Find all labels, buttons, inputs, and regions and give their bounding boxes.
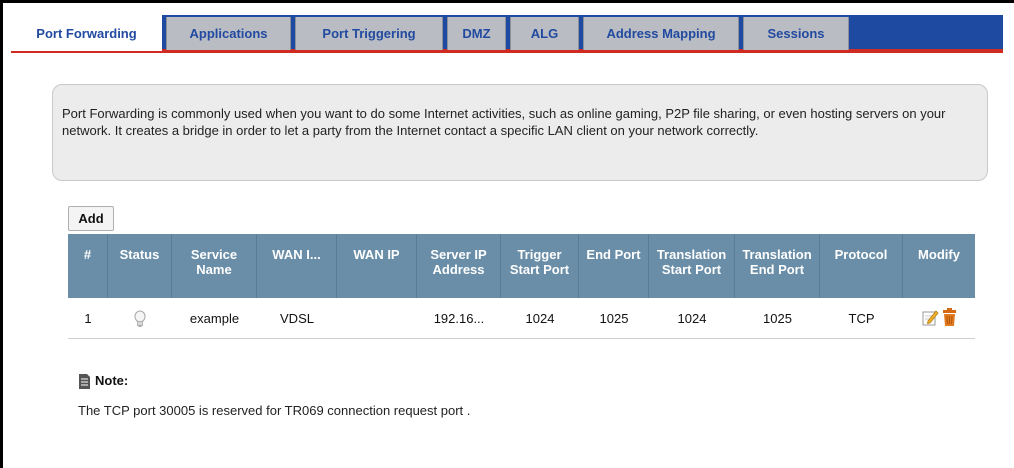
note-icon bbox=[78, 374, 91, 389]
edit-icon[interactable] bbox=[922, 309, 939, 329]
cell-service-name: example bbox=[189, 311, 240, 326]
column-header-translation-start-port: Translation Start Port bbox=[649, 234, 735, 298]
app-window: Port Forwarding Applications Port Trigge… bbox=[0, 0, 1014, 468]
column-header-server-ip: Server IP Address bbox=[417, 234, 501, 298]
tab-applications[interactable]: Applications bbox=[166, 17, 291, 50]
lightbulb-icon bbox=[133, 309, 147, 329]
table-row: 1 example VDSL 192.16... 1024 1025 1024 … bbox=[68, 298, 975, 339]
column-header-index: # bbox=[68, 234, 108, 298]
table-header: # Status Service Name WAN I... WAN IP Se… bbox=[68, 234, 975, 298]
cell-end-port: 1025 bbox=[599, 311, 629, 326]
column-header-wan-ip: WAN IP bbox=[337, 234, 417, 298]
window-border-left bbox=[0, 0, 3, 468]
cell-modify bbox=[903, 298, 975, 339]
cell-wan-ip bbox=[337, 298, 417, 339]
column-header-service-name: Service Name bbox=[172, 234, 257, 298]
cell-wan-interface: VDSL bbox=[280, 311, 314, 326]
window-border-top bbox=[0, 0, 1014, 3]
tab-port-forwarding[interactable]: Port Forwarding bbox=[11, 15, 162, 51]
cell-translation-end-port: 1025 bbox=[763, 311, 792, 326]
column-header-trigger-start-port-label: Trigger Start Port bbox=[509, 247, 570, 277]
column-header-status: Status bbox=[108, 234, 172, 298]
column-header-protocol: Protocol bbox=[820, 234, 903, 298]
column-header-service-name-label: Service Name bbox=[190, 247, 238, 277]
note-title: Note: bbox=[95, 373, 129, 388]
info-panel: Port Forwarding is commonly used when yo… bbox=[52, 84, 988, 181]
add-button[interactable]: Add bbox=[68, 206, 114, 231]
cell-translation-start-port: 1024 bbox=[677, 311, 707, 326]
column-header-modify: Modify bbox=[918, 247, 960, 262]
modify-actions bbox=[922, 307, 957, 330]
tab-alg[interactable]: ALG bbox=[510, 17, 579, 50]
column-header-server-ip-label: Server IP Address bbox=[430, 247, 487, 277]
column-header-trigger-start-port: Trigger Start Port bbox=[501, 234, 579, 298]
cell-index: 1 bbox=[84, 311, 92, 326]
cell-protocol: TCP bbox=[848, 311, 875, 326]
tab-address-mapping[interactable]: Address Mapping bbox=[583, 17, 739, 50]
column-header-translation-start-port-label: Translation Start Port bbox=[656, 247, 727, 277]
tab-dmz[interactable]: DMZ bbox=[447, 17, 506, 50]
info-description: Port Forwarding is commonly used when yo… bbox=[62, 106, 946, 138]
cell-server-ip: 192.16... bbox=[433, 311, 485, 326]
cell-trigger-start-port: 1024 bbox=[525, 311, 555, 326]
column-header-end-port: End Port bbox=[579, 234, 649, 298]
delete-icon[interactable] bbox=[942, 307, 957, 330]
tab-port-triggering[interactable]: Port Triggering bbox=[295, 17, 443, 50]
column-header-wan-interface: WAN I... bbox=[257, 234, 337, 298]
tab-sessions[interactable]: Sessions bbox=[743, 17, 849, 50]
note-text: The TCP port 30005 is reserved for TR069… bbox=[78, 403, 471, 418]
column-header-translation-end-port: Translation End Port bbox=[735, 234, 820, 298]
cell-status bbox=[108, 298, 172, 339]
column-header-translation-end-port-label: Translation End Port bbox=[742, 247, 812, 277]
